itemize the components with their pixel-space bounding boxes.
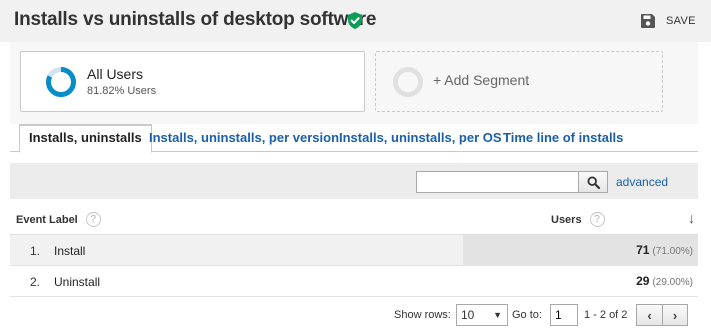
sort-descending-icon[interactable]: ↓ — [688, 210, 695, 226]
add-segment-button[interactable]: + Add Segment — [375, 51, 663, 112]
save-button[interactable]: SAVE — [641, 12, 696, 30]
segment-all-users[interactable]: All Users 81.82% Users — [20, 51, 365, 112]
row-users-cell: 29 (29.00%) — [463, 266, 698, 296]
data-table: Event Label ? Users ? ↓ 1. Install 71 (71… — [10, 199, 698, 297]
column-event-label-text: Event Label — [16, 213, 78, 226]
caret-down-icon: ▼ — [493, 310, 502, 320]
rows-per-page-select[interactable]: 10 ▼ — [456, 304, 508, 326]
tab-installs-uninstalls[interactable]: Installs, uninstalls — [19, 124, 152, 153]
search-button[interactable] — [578, 171, 608, 193]
row-index: 2. — [30, 275, 41, 289]
show-rows-label: Show rows: — [394, 309, 451, 321]
column-users-text: Users — [551, 213, 582, 226]
table-toolbar: advanced — [10, 163, 698, 199]
advanced-filter-link[interactable]: advanced — [616, 175, 668, 189]
chevron-left-icon: ‹ — [647, 307, 652, 323]
help-icon[interactable]: ? — [85, 212, 101, 227]
page-title: Installs vs uninstalls of desktop softwa… — [14, 9, 377, 30]
column-users[interactable]: Users ? — [551, 212, 605, 227]
row-users-count: 71 — [636, 243, 650, 257]
chevron-right-icon: › — [672, 307, 678, 323]
page-range: 1 - 2 of 2 — [584, 309, 628, 321]
empty-segment-ring-icon — [393, 67, 423, 97]
row-users-percent: (71.00%) — [652, 246, 693, 257]
table-header: Event Label ? Users ? ↓ — [10, 199, 698, 235]
previous-page-button[interactable]: ‹ — [637, 305, 662, 325]
tab-per-os[interactable]: Installs, uninstalls, per OS — [330, 124, 511, 153]
pagination: Show rows: 10 ▼ Go to: 1 - 2 of 2 ‹ › — [10, 299, 698, 330]
tab-per-version[interactable]: Installs, uninstalls, per version — [140, 124, 348, 153]
page-nav: ‹ › — [636, 304, 688, 326]
goto-page-input[interactable] — [550, 304, 578, 326]
row-users-count: 29 — [636, 274, 650, 288]
report-tabs: Installs, uninstalls Installs, uninstall… — [10, 124, 698, 153]
segment-percent: 81.82% Users — [87, 85, 157, 97]
next-page-button[interactable]: › — [661, 305, 687, 325]
floppy-disk-icon — [641, 14, 655, 28]
column-event-label[interactable]: Event Label ? — [16, 212, 101, 227]
goto-label: Go to: — [512, 309, 542, 321]
report-header: Installs vs uninstalls of desktop softwa… — [0, 0, 711, 42]
segment-name: All Users — [87, 66, 144, 82]
row-index: 1. — [30, 244, 41, 258]
tab-timeline[interactable]: Time line of installs — [494, 124, 632, 153]
segment-donut-icon — [46, 67, 76, 97]
rows-per-page-value: 10 — [461, 308, 475, 322]
row-event-label[interactable]: Uninstall — [54, 275, 100, 289]
table-row: 1. Install 71 (71.00%) — [10, 235, 698, 266]
table-row: 2. Uninstall 29 (29.00%) — [10, 266, 698, 297]
save-label: SAVE — [666, 15, 696, 27]
add-segment-label: + Add Segment — [433, 72, 530, 88]
row-users-cell: 71 (71.00%) — [463, 235, 698, 265]
row-event-label[interactable]: Install — [54, 244, 85, 258]
verified-shield-icon — [348, 12, 362, 29]
help-icon[interactable]: ? — [589, 212, 605, 227]
row-users-percent: (29.00%) — [652, 277, 693, 288]
search-input[interactable] — [416, 171, 579, 193]
search-icon — [586, 175, 600, 189]
